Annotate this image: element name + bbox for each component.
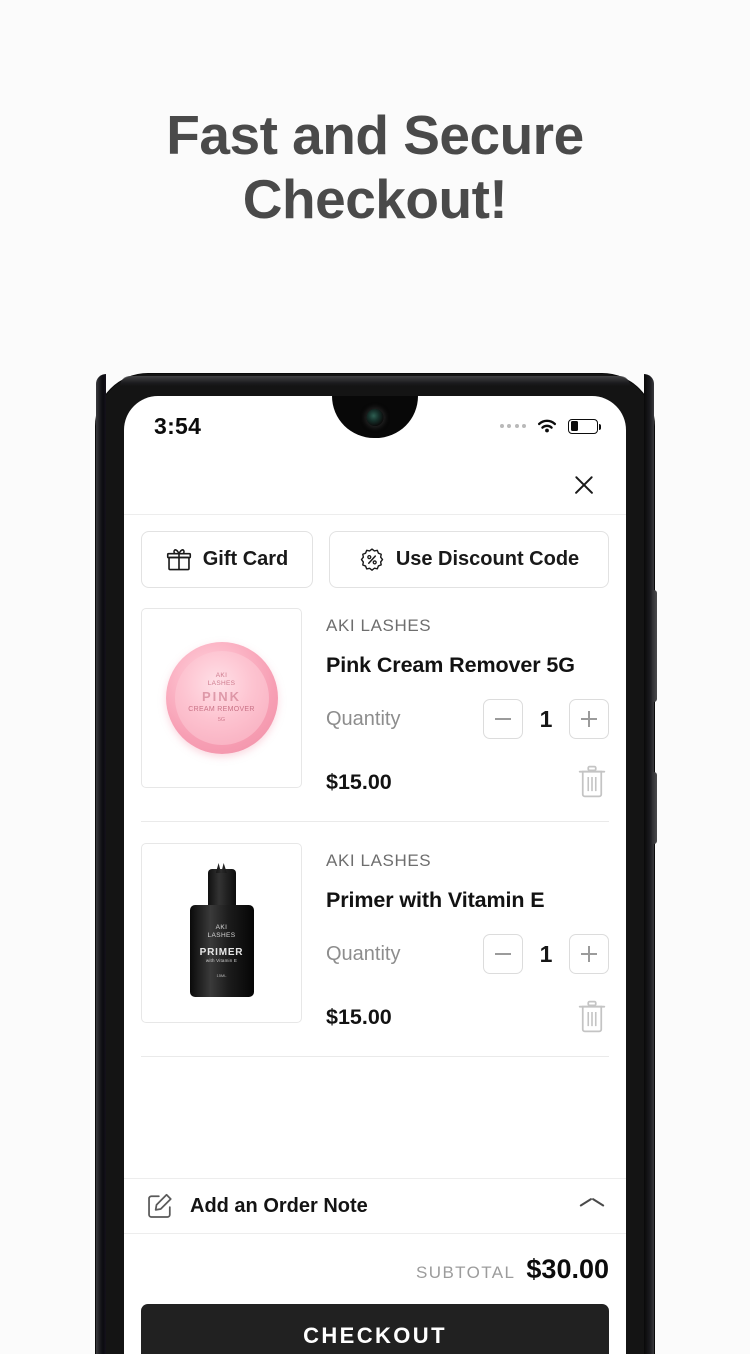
decrease-quantity-button[interactable]: [483, 699, 523, 739]
subtotal-value: $30.00: [526, 1254, 609, 1284]
jar-sub-text: CREAM REMOVER: [188, 706, 255, 714]
use-discount-code-label: Use Discount Code: [395, 548, 580, 570]
cart-items-list: AKI LASHES PINK CREAM REMOVER 5G AKI LAS…: [124, 608, 626, 1078]
add-order-note-button[interactable]: Add an Order Note: [124, 1178, 626, 1234]
increase-quantity-button[interactable]: [569, 699, 609, 739]
table-row: AKI LASHES PRIMER with Vitamin E 15ML AK…: [124, 843, 626, 1034]
status-bar-indicators: [499, 417, 602, 435]
product-price: $15.00: [326, 1004, 392, 1029]
phone-mockup: 3:54 Gift Card Use Discount Code AKI LAS…: [96, 374, 657, 1354]
jar-size-text: 5G: [217, 717, 226, 724]
product-price: $15.00: [326, 769, 392, 794]
status-bar-time: 3:54: [154, 412, 202, 439]
bottle-size-text: 15ML: [216, 972, 227, 978]
bottle-brand-line-2: LASHES: [207, 932, 236, 939]
promo-buttons: Gift Card Use Discount Code: [141, 531, 609, 588]
trash-icon[interactable]: [577, 765, 607, 799]
product-vendor: AKI LASHES: [326, 616, 432, 635]
quantity-label: Quantity: [326, 942, 401, 965]
trash-icon[interactable]: [577, 1000, 607, 1034]
phone-power-button[interactable]: [652, 772, 657, 844]
add-order-note-label: Add an Order Note: [190, 1194, 368, 1217]
quantity-value: 1: [539, 940, 553, 967]
page-title: Fast and Secure Checkout!: [0, 103, 750, 232]
product-info: AKI LASHES Pink Cream Remover 5G Quantit…: [302, 608, 609, 799]
bottle-body: AKI LASHES PRIMER with Vitamin E 15ML: [189, 905, 254, 997]
phone-screen: 3:54 Gift Card Use Discount Code AKI LAS…: [124, 396, 626, 1354]
pencil-square-icon: [148, 1193, 172, 1218]
increase-quantity-button[interactable]: [569, 934, 609, 974]
item-divider: [141, 1056, 609, 1057]
phone-left-edge: [96, 374, 106, 1354]
decrease-quantity-button[interactable]: [483, 934, 523, 974]
front-camera-icon: [366, 409, 384, 426]
jar-big-text: PINK: [201, 689, 242, 705]
quantity-value: 1: [539, 705, 553, 732]
bottle-brand-line-1: AKI: [215, 924, 228, 932]
quantity-stepper: Quantity 1: [326, 934, 609, 974]
jar-brand-line-1: AKI: [215, 671, 228, 679]
checkout-label: CHECKOUT: [303, 1323, 447, 1348]
bottle-big-text: PRIMER: [199, 946, 244, 958]
page-title-line-2: Checkout!: [242, 168, 508, 231]
signal-dots-icon: [499, 424, 526, 428]
table-row: AKI LASHES PINK CREAM REMOVER 5G AKI LAS…: [124, 608, 626, 799]
product-thumbnail[interactable]: AKI LASHES PINK CREAM REMOVER 5G: [141, 608, 302, 788]
wifi-icon: [537, 419, 557, 433]
header-divider: [124, 514, 626, 515]
close-icon[interactable]: [568, 469, 600, 501]
gift-card-label: Gift Card: [202, 548, 289, 570]
percent-badge-icon: [360, 547, 384, 571]
quantity-stepper: Quantity 1: [326, 699, 609, 739]
quantity-label: Quantity: [326, 707, 401, 730]
gift-icon: [166, 548, 191, 570]
product-thumbnail[interactable]: AKI LASHES PRIMER with Vitamin E 15ML: [141, 843, 302, 1023]
checkout-button[interactable]: CHECKOUT: [141, 1304, 609, 1354]
cart-footer: SUBTOTAL $30.00 CHECKOUT: [124, 1234, 626, 1354]
subtotal-row: SUBTOTAL $30.00: [141, 1234, 609, 1285]
cart-header: [124, 456, 626, 514]
product-name[interactable]: Primer with Vitamin E: [326, 888, 609, 913]
product-image-bottle: AKI LASHES PRIMER with Vitamin E 15ML: [189, 869, 254, 997]
product-name[interactable]: Pink Cream Remover 5G: [326, 653, 609, 678]
bottle-sub-text: with Vitamin E: [205, 957, 238, 963]
phone-top-bezel: [120, 376, 630, 386]
phone-volume-button[interactable]: [652, 590, 657, 702]
subtotal-label: SUBTOTAL: [416, 1263, 516, 1282]
bottle-cap: [207, 869, 236, 909]
product-vendor: AKI LASHES: [326, 851, 432, 870]
chevron-up-icon[interactable]: [580, 1199, 604, 1213]
price-row: $15.00: [326, 765, 609, 799]
product-image-jar: AKI LASHES PINK CREAM REMOVER 5G: [165, 642, 278, 754]
battery-icon: [568, 418, 602, 434]
price-row: $15.00: [326, 1000, 609, 1034]
item-divider: [141, 821, 609, 822]
product-info: AKI LASHES Primer with Vitamin E Quantit…: [302, 843, 609, 1034]
jar-brand-line-2: LASHES: [207, 680, 236, 688]
phone-right-edge: [644, 374, 654, 1354]
use-discount-code-button[interactable]: Use Discount Code: [329, 531, 609, 588]
gift-card-button[interactable]: Gift Card: [141, 531, 313, 588]
page-title-line-1: Fast and Secure: [166, 104, 584, 166]
